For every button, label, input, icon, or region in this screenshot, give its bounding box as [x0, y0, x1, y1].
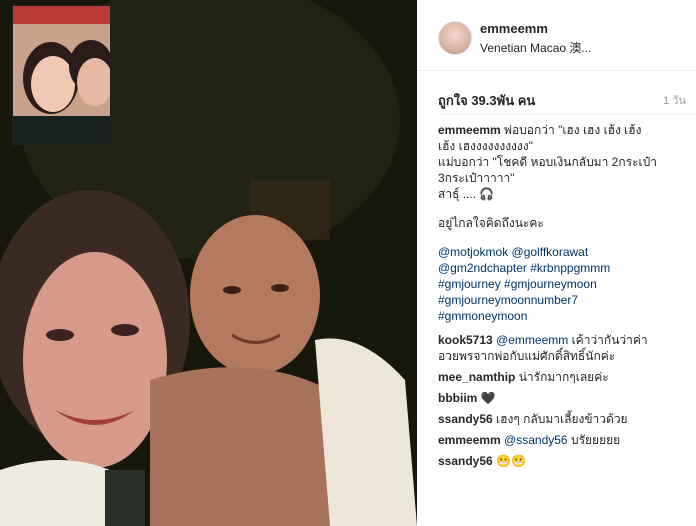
post-header: emmeemm Venetian Macao 澳... — [417, 0, 696, 71]
post-sidebar: emmeemm Venetian Macao 澳... ถูกใจ 39.3พั… — [417, 0, 696, 526]
divider — [438, 114, 696, 115]
hashtag-link[interactable]: @gm2ndchapter #krbnppgmmm — [438, 260, 688, 276]
hashtag-link[interactable]: #gmjourneymoonnumber7 — [438, 292, 688, 308]
avatar[interactable] — [438, 21, 472, 55]
post-caption: emmeemm พ่อบอกว่า "เฮง เฮง เฮ้ง เฮ้ง เฮ้… — [438, 122, 688, 324]
caption-line: สาธุ์ .... 🎧 — [438, 187, 495, 201]
post-location[interactable]: Venetian Macao 澳... — [480, 39, 591, 56]
caption-line: แม่บอกว่า "โชคดี หอบเงินกลับมา 2กระเป๋า — [438, 155, 657, 169]
comment-item: ssandy56 เฮงๆ กลับมาเลี้ยงข้าวด้วย — [438, 411, 688, 427]
comment-text: เค้าว่ากันว่าค่า — [571, 333, 648, 347]
hashtag-link[interactable]: #gmjourney #gmjourneymoon — [438, 276, 688, 292]
comment-item: bbbiim 🖤 — [438, 390, 688, 406]
like-count[interactable]: ถูกใจ 39.3พัน คน — [438, 90, 535, 111]
comment-item: emmeemm @ssandy56 บรัยยยยย — [438, 432, 688, 448]
comment-username[interactable]: ssandy56 — [438, 454, 493, 468]
post-photo[interactable] — [0, 0, 417, 526]
comment-text: น่ารักมากๆเลยค่ะ — [518, 370, 609, 384]
self-view-image — [13, 6, 110, 144]
comment-username[interactable]: mee_namthip — [438, 370, 515, 384]
comment-item: ssandy56 😬😬 — [438, 453, 688, 469]
comment-username[interactable]: ssandy56 — [438, 412, 493, 426]
caption-line: อยู่ไกลใจคิดถึงนะคะ — [438, 216, 544, 230]
comment-username[interactable]: bbbiim — [438, 391, 477, 405]
post-age[interactable]: 1 วัน — [663, 91, 686, 109]
comment-text: อวยพรจากพ่อกับแม่ศักดิ์สิทธิ์นักค่ะ — [438, 349, 616, 363]
comment-list: emmeemm พ่อบอกว่า "เฮง เฮง เฮ้ง เฮ้ง เฮ้… — [438, 122, 688, 469]
comment-mention[interactable]: @ssandy56 — [504, 433, 568, 447]
comment-text: 😬😬 — [496, 454, 526, 468]
comment-text: 🖤 — [480, 391, 496, 405]
caption-username[interactable]: emmeemm — [438, 123, 501, 137]
comment-mention[interactable]: @emmeemm — [496, 333, 568, 347]
post-username[interactable]: emmeemm — [480, 21, 548, 36]
caption-line: 3กระเป๋าาาาา" — [438, 171, 515, 185]
caption-text: พ่อบอกว่า "เฮง เฮง เฮ้ง เฮ้ง — [504, 123, 642, 137]
hashtag-link[interactable]: @motjokmok @golffkorawat — [438, 244, 688, 260]
comment-item: kook5713 @emmeemm เค้าว่ากันว่าค่า อวยพร… — [438, 332, 688, 364]
comment-item: mee_namthip น่ารักมากๆเลยค่ะ — [438, 369, 688, 385]
comment-text: บรัยยยยย — [570, 433, 621, 447]
picture-in-picture-video — [12, 5, 111, 145]
caption-line: emmeemm พ่อบอกว่า "เฮง เฮง เฮ้ง เฮ้ง — [438, 122, 688, 138]
hashtag-link[interactable]: #gmmoneymoon — [438, 308, 688, 324]
comment-text: เฮงๆ กลับมาเลี้ยงข้าวด้วย — [496, 412, 628, 426]
comment-username[interactable]: emmeemm — [438, 433, 501, 447]
caption-line: เฮ้ง เฮงงงงงงงงงง" — [438, 139, 533, 153]
comment-username[interactable]: kook5713 — [438, 333, 493, 347]
